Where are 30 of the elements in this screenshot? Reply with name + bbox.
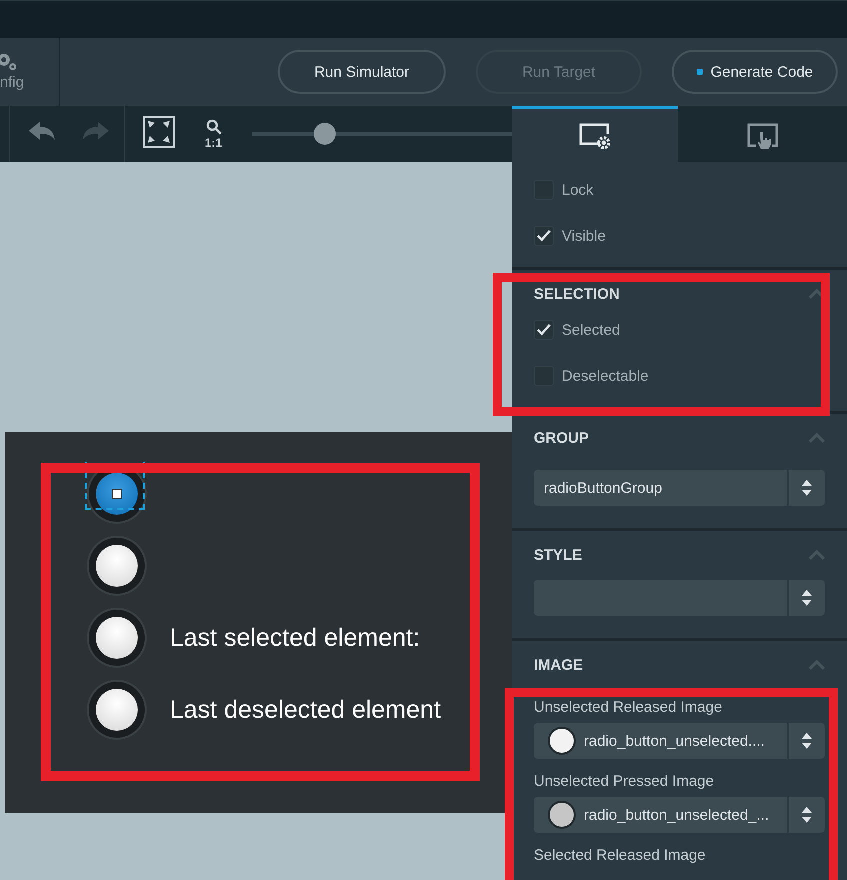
zoom-icon <box>206 119 222 137</box>
checkbox-label[interactable]: Lock <box>562 182 594 198</box>
section-title: IMAGE <box>534 656 584 674</box>
checkbox[interactable] <box>534 226 554 246</box>
field-label: Unselected Pressed Image <box>534 773 716 791</box>
section-title: SELECTION <box>534 286 620 302</box>
slider-thumb[interactable] <box>314 123 336 145</box>
zoom-reset-label[interactable]: 1:1 <box>205 137 222 149</box>
screen-pointer-icon <box>746 122 780 150</box>
radio-button[interactable] <box>89 610 145 666</box>
section-title: GROUP <box>534 430 590 446</box>
preview-label: Last deselected element <box>170 696 442 724</box>
section-title: STYLE <box>534 546 582 564</box>
toolbar-button[interactable]: Run Simulator <box>278 50 446 94</box>
field-label: Unselected Released Image <box>534 699 724 717</box>
dropdown[interactable]: radioButtonGroup <box>534 470 825 506</box>
radio-button[interactable] <box>89 682 145 738</box>
checkbox-label[interactable]: Selected <box>562 322 620 338</box>
field-label: Selected Released Image <box>534 847 707 865</box>
checkbox-label[interactable]: Deselectable <box>562 368 649 384</box>
dropdown[interactable]: radio_button_unselected_... <box>534 797 825 833</box>
monitor-gear-icon <box>578 122 612 150</box>
properties-tab[interactable] <box>512 106 678 162</box>
checkbox-label[interactable]: Visible <box>562 228 606 244</box>
preview-label: Last selected element: <box>170 624 420 652</box>
checkbox[interactable] <box>534 320 554 340</box>
radio-button[interactable] <box>89 538 145 594</box>
dropdown[interactable]: radio_button_unselected.... <box>534 723 825 759</box>
toolbar-button[interactable]: Generate Code <box>672 50 838 94</box>
config-label[interactable]: nfig <box>0 74 59 92</box>
